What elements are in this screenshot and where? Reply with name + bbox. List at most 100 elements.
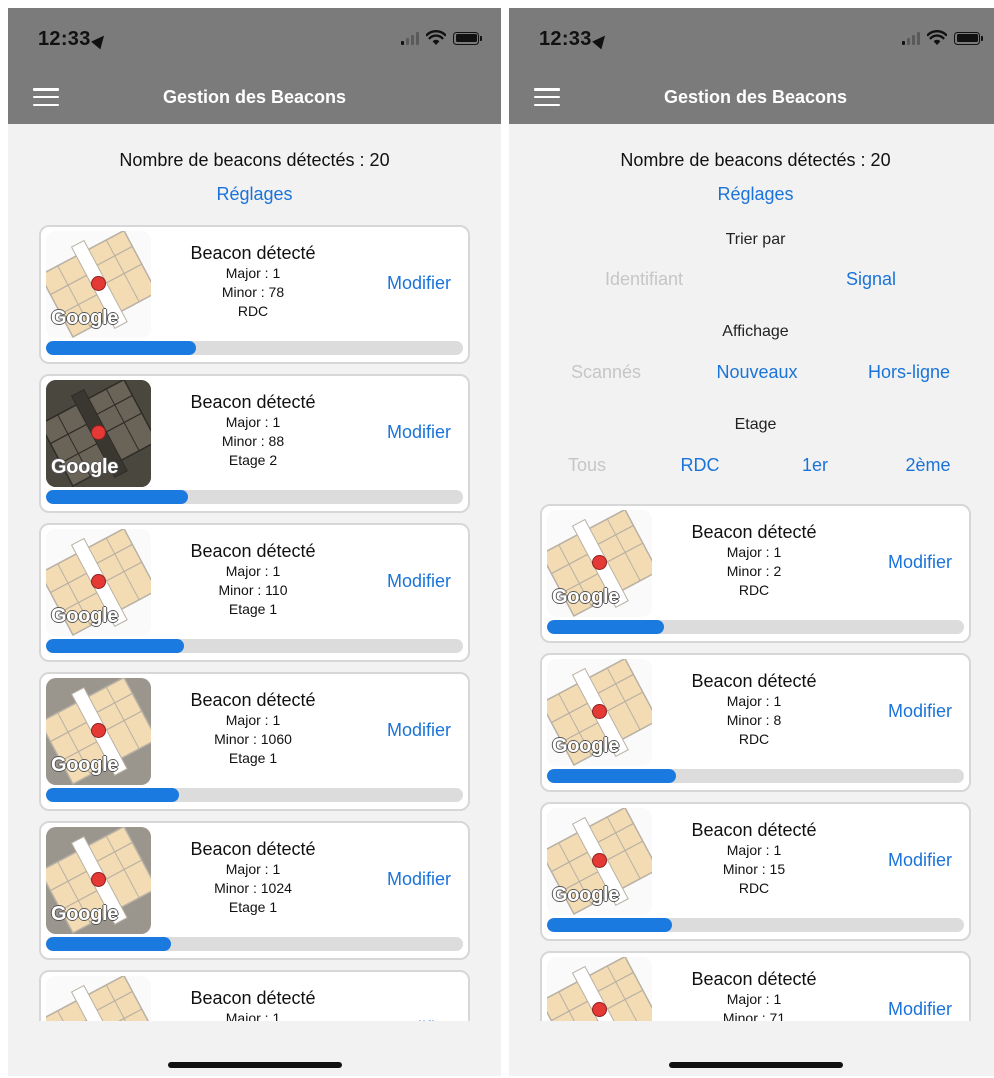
location-marker-icon (91, 574, 106, 589)
beacon-info: Beacon détecté Major : 1 Minor : 1024 Etage… (153, 839, 353, 917)
beacon-content: Nombre de beacons détectés : 20 Réglages… (509, 124, 994, 1021)
modify-button[interactable]: Modifier (387, 422, 451, 443)
home-indicator[interactable] (168, 1062, 342, 1068)
beacon-floor: Etage 1 (228, 750, 278, 766)
beacon-title: Beacon détecté (190, 243, 316, 263)
status-time: 12:33 (38, 28, 109, 51)
time-text: 12:33 (38, 28, 91, 50)
google-logo: Google (51, 754, 119, 776)
beacon-count-text: Nombre de beacons détectés : 20 (620, 150, 891, 170)
settings-link[interactable]: Réglages (8, 184, 501, 205)
beacon-count-text: Nombre de beacons détectés : 20 (119, 150, 390, 170)
signal-progress-fill (547, 918, 673, 932)
beacon-card[interactable]: Google Beacon détecté Major : 1 Modifier (39, 970, 470, 1021)
right-screen: 12:33 Gestion des Beacons Nombre de beac… (509, 8, 994, 1076)
floor-option-rdc[interactable]: RDC (681, 455, 720, 476)
beacon-card[interactable]: Google Beacon détecté Major : 1 Minor : 8 RD… (540, 653, 971, 792)
google-logo: Google (552, 884, 620, 906)
beacon-minor: Minor : 8 (726, 712, 782, 728)
beacon-card[interactable]: Google Beacon détecté Major : 1 Minor : 78 R… (39, 225, 470, 364)
beacon-card[interactable]: Google Beacon détecté Major : 1 Minor : 106… (39, 672, 470, 811)
beacon-major: Major : 1 (225, 265, 281, 281)
beacon-info: Beacon détecté Major : 1 (153, 988, 353, 1021)
beacon-floor: Etage 2 (228, 452, 278, 468)
beacon-card[interactable]: Google Beacon détecté Major : 1 Minor : 2 RD… (540, 504, 971, 643)
map-thumbnail: Google (46, 976, 151, 1021)
beacon-title: Beacon détecté (691, 522, 817, 542)
modify-button[interactable]: Modifier (387, 273, 451, 294)
floor-option-1er[interactable]: 1er (802, 455, 828, 476)
google-logo: Google (51, 456, 119, 478)
google-logo: Google (51, 307, 119, 329)
signal-progress-fill (46, 490, 188, 504)
signal-progress-fill (46, 341, 197, 355)
cellular-signal-icon (902, 31, 920, 45)
modify-button[interactable]: Modifier (888, 701, 952, 722)
modify-button[interactable]: Modifier (387, 1018, 451, 1021)
home-indicator[interactable] (669, 1062, 843, 1068)
modify-button[interactable]: Modifier (387, 571, 451, 592)
beacon-title: Beacon détecté (691, 969, 817, 989)
status-icons (902, 30, 983, 46)
signal-progress-bar (46, 341, 463, 355)
location-marker-icon (592, 1002, 607, 1017)
location-marker-icon (91, 872, 106, 887)
signal-progress-bar (46, 639, 463, 653)
beacon-major: Major : 1 (225, 563, 281, 579)
beacon-minor: Minor : 1024 (214, 880, 292, 896)
signal-progress-fill (547, 769, 677, 783)
location-arrow-icon (591, 31, 610, 50)
display-option-scannes[interactable]: Scannés (571, 362, 641, 383)
floorplan-map-icon (46, 976, 151, 1021)
beacon-major: Major : 1 (726, 842, 782, 858)
beacon-major: Major : 1 (225, 1010, 281, 1021)
beacon-title: Beacon détecté (190, 392, 316, 412)
status-bar: 12:33 (509, 8, 994, 68)
beacon-card[interactable]: Google Beacon détecté Major : 1 Minor : 102… (39, 821, 470, 960)
display-option-hors-ligne[interactable]: Hors-ligne (868, 362, 950, 383)
beacon-card[interactable]: Google Beacon détecté Major : 1 Minor : 110… (39, 523, 470, 662)
beacon-title: Beacon détecté (190, 839, 316, 859)
beacon-card[interactable]: Google Beacon détecté Major : 1 Minor : 15 R… (540, 802, 971, 941)
location-marker-icon (91, 425, 106, 440)
beacon-title: Beacon détecté (691, 820, 817, 840)
beacon-card[interactable]: Google Beacon détecté Major : 1 Minor : 71 M… (540, 951, 971, 1021)
display-option-nouveaux[interactable]: Nouveaux (716, 362, 797, 383)
beacon-minor: Minor : 110 (218, 582, 288, 598)
modify-button[interactable]: Modifier (888, 850, 952, 871)
beacon-floor: RDC (738, 880, 770, 896)
sort-option-signal[interactable]: Signal (846, 269, 896, 290)
modify-button[interactable]: Modifier (888, 552, 952, 573)
beacon-major: Major : 1 (225, 861, 281, 877)
beacon-major: Major : 1 (726, 693, 782, 709)
modify-button[interactable]: Modifier (387, 869, 451, 890)
google-logo: Google (552, 735, 620, 757)
location-marker-icon (91, 723, 106, 738)
signal-progress-bar (547, 620, 964, 634)
sort-option-identifiant[interactable]: Identifiant (605, 269, 683, 290)
modify-button[interactable]: Modifier (888, 999, 952, 1020)
map-thumbnail: Google (46, 529, 151, 636)
beacon-title: Beacon détecté (190, 690, 316, 710)
left-screen: 12:33 Gestion des Beacons Nombre de beac… (8, 8, 501, 1076)
beacon-card[interactable]: Google Beacon détecté Major : 1 Minor : 88 E… (39, 374, 470, 513)
google-logo: Google (51, 903, 119, 925)
settings-link[interactable]: Réglages (509, 184, 994, 205)
map-thumbnail: Google (46, 827, 151, 934)
cellular-signal-icon (401, 31, 419, 45)
beacon-info: Beacon détecté Major : 1 Minor : 71 (654, 969, 854, 1021)
beacon-info: Beacon détecté Major : 1 Minor : 15 RDC (654, 820, 854, 898)
floor-option-2eme[interactable]: 2ème (905, 455, 950, 476)
floor-option-tous[interactable]: Tous (568, 455, 606, 476)
signal-progress-fill (46, 937, 172, 951)
location-marker-icon (91, 276, 106, 291)
beacon-title: Beacon détecté (691, 671, 817, 691)
wifi-icon (426, 30, 446, 45)
modify-button[interactable]: Modifier (387, 720, 451, 741)
map-thumbnail: Google (46, 231, 151, 338)
display-label: Affichage (722, 323, 789, 340)
map-thumbnail: Google (547, 957, 652, 1021)
battery-icon (954, 31, 983, 45)
beacon-minor: Minor : 1060 (214, 731, 292, 747)
beacon-floor: Etage 1 (228, 601, 278, 617)
